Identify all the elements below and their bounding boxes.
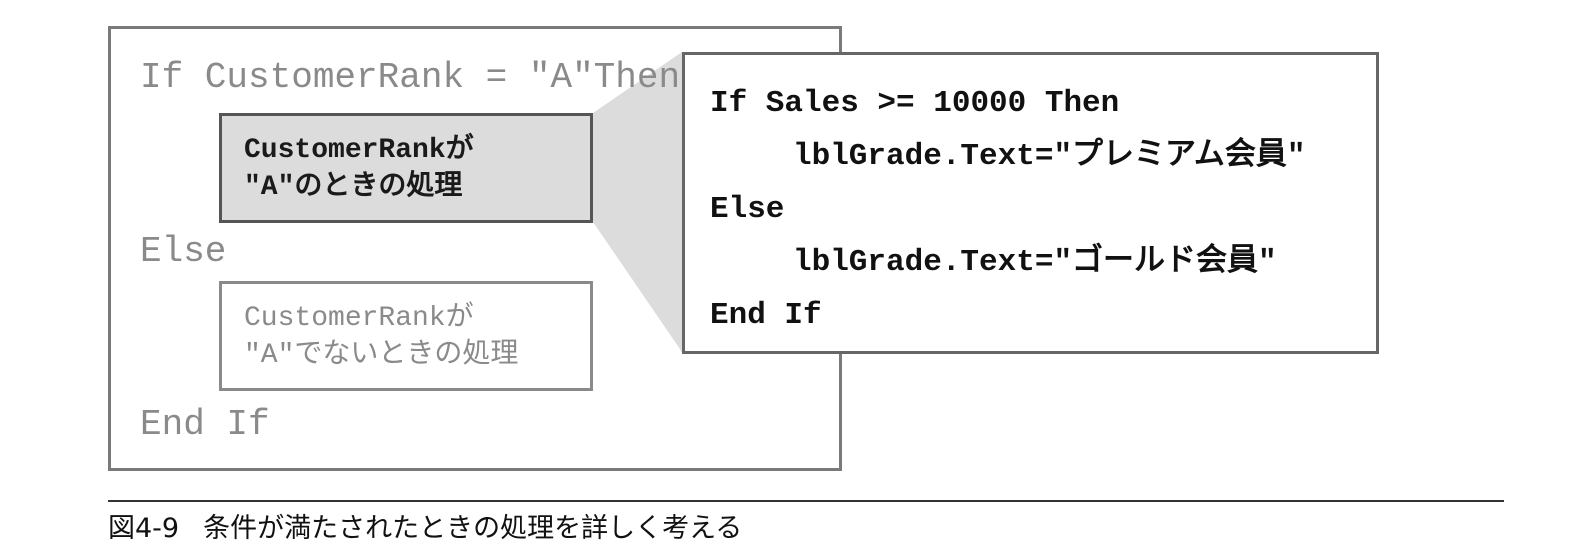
caption-divider bbox=[108, 500, 1504, 502]
detail-line-premium: lblGrade.Text="プレミアム会員" bbox=[793, 139, 1306, 174]
then-block-line-1: CustomerRankが bbox=[244, 135, 474, 166]
else-block-line-1: CustomerRankが bbox=[244, 303, 474, 334]
else-block-line-2: "A"でないときの処理 bbox=[244, 340, 519, 371]
figure-caption: 図4-9 条件が満たされたときの処理を詳しく考える bbox=[108, 511, 742, 547]
outer-if-line: If CustomerRank = "A"Then bbox=[140, 57, 681, 98]
detail-code-box: If Sales >= 10000 Then lblGrade.Text="プレ… bbox=[682, 52, 1379, 354]
detail-line-else: Else bbox=[710, 192, 785, 227]
outer-endif-line: End If bbox=[140, 404, 270, 445]
outer-else-line: Else bbox=[140, 231, 227, 272]
then-block-line-2: "A"のときの処理 bbox=[244, 172, 463, 203]
then-block: CustomerRankが "A"のときの処理 bbox=[219, 113, 593, 223]
detail-line-gold: lblGrade.Text="ゴールド会員" bbox=[793, 245, 1277, 280]
else-block: CustomerRankが "A"でないときの処理 bbox=[219, 281, 593, 391]
detail-line-endif: End If bbox=[710, 298, 822, 333]
figure-number: 図4-9 bbox=[108, 513, 180, 544]
figure-caption-text: 条件が満たされたときの処理を詳しく考える bbox=[203, 513, 743, 544]
detail-line-if: If Sales >= 10000 Then bbox=[710, 86, 1120, 121]
